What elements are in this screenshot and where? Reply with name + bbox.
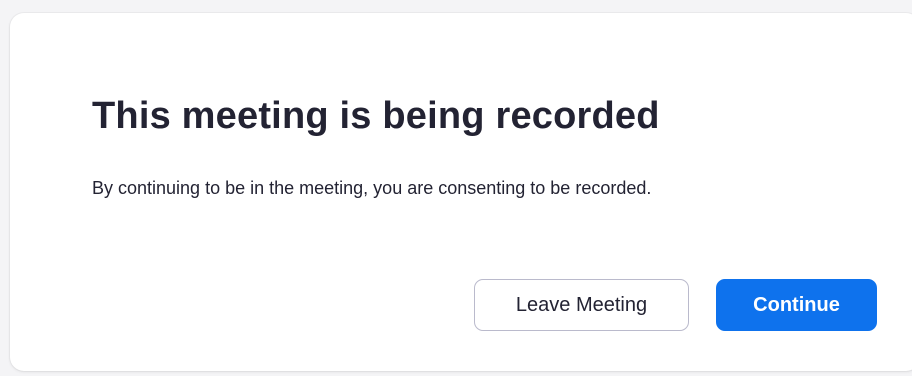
recording-consent-dialog: This meeting is being recorded By contin… [10,13,912,371]
continue-button[interactable]: Continue [716,279,877,331]
dialog-title: This meeting is being recorded [92,95,660,137]
leave-meeting-button[interactable]: Leave Meeting [474,279,689,331]
dialog-message: By continuing to be in the meeting, you … [92,178,652,198]
page-background: This meeting is being recorded By contin… [0,0,912,376]
